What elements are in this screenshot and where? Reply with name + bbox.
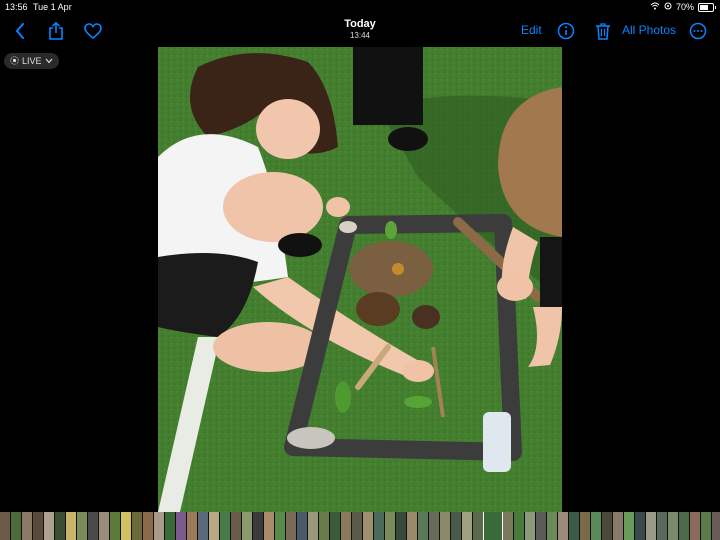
filmstrip-thumbnail[interactable] — [88, 512, 98, 540]
filmstrip-thumbnail[interactable] — [712, 512, 720, 540]
filmstrip-thumbnail[interactable] — [613, 512, 623, 540]
filmstrip-thumbnail[interactable] — [396, 512, 406, 540]
status-right: 70% — [650, 2, 716, 12]
photo-image — [158, 47, 562, 512]
filmstrip-thumbnail[interactable] — [330, 512, 340, 540]
live-photo-button[interactable]: LIVE — [4, 53, 59, 69]
filmstrip-thumbnail[interactable] — [121, 512, 131, 540]
wifi-icon — [650, 2, 660, 12]
title-block: Today 13:44 — [310, 18, 410, 40]
filmstrip-thumbnail[interactable] — [602, 512, 612, 540]
filmstrip-thumbnail[interactable] — [319, 512, 329, 540]
filmstrip-thumbnail[interactable] — [547, 512, 557, 540]
filmstrip-thumbnail[interactable] — [77, 512, 87, 540]
filmstrip-thumbnail[interactable] — [275, 512, 285, 540]
filmstrip-thumbnail[interactable] — [165, 512, 175, 540]
filmstrip-thumbnail[interactable] — [514, 512, 524, 540]
filmstrip-thumbnail[interactable] — [536, 512, 546, 540]
filmstrip-thumbnail[interactable] — [591, 512, 601, 540]
page-subtitle: 13:44 — [349, 31, 371, 40]
filmstrip-thumbnail[interactable] — [286, 512, 296, 540]
back-chevron-icon[interactable] — [9, 20, 31, 42]
thumbnail-filmstrip[interactable] — [0, 512, 720, 540]
filmstrip-thumbnail[interactable] — [187, 512, 197, 540]
filmstrip-thumbnail[interactable] — [198, 512, 208, 540]
filmstrip-thumbnail[interactable] — [635, 512, 645, 540]
filmstrip-thumbnail[interactable] — [154, 512, 164, 540]
filmstrip-thumbnail[interactable] — [110, 512, 120, 540]
filmstrip-thumbnail[interactable] — [646, 512, 656, 540]
filmstrip-thumbnail[interactable] — [701, 512, 711, 540]
edit-button[interactable]: Edit — [521, 23, 542, 37]
more-icon[interactable] — [687, 20, 709, 42]
filmstrip-thumbnail[interactable] — [0, 512, 10, 540]
share-icon[interactable] — [45, 20, 67, 42]
filmstrip-thumbnail[interactable] — [176, 512, 186, 540]
filmstrip-thumbnail[interactable] — [308, 512, 318, 540]
filmstrip-thumbnail[interactable] — [451, 512, 461, 540]
filmstrip-thumbnail[interactable] — [220, 512, 230, 540]
heart-icon[interactable] — [82, 20, 104, 42]
filmstrip-thumbnail[interactable] — [33, 512, 43, 540]
filmstrip-thumbnail[interactable] — [525, 512, 535, 540]
filmstrip-thumbnail[interactable] — [418, 512, 428, 540]
filmstrip-thumbnail[interactable] — [440, 512, 450, 540]
filmstrip-thumbnail[interactable] — [503, 512, 513, 540]
filmstrip-thumbnail[interactable] — [363, 512, 373, 540]
filmstrip-thumbnail[interactable] — [679, 512, 689, 540]
filmstrip-thumbnail[interactable] — [242, 512, 252, 540]
status-bar: 13:56 Tue 1 Apr 70% — [0, 0, 720, 14]
filmstrip-thumbnail[interactable] — [657, 512, 667, 540]
filmstrip-thumbnail[interactable] — [690, 512, 700, 540]
filmstrip-thumbnail[interactable] — [44, 512, 54, 540]
filmstrip-thumbnail[interactable] — [385, 512, 395, 540]
location-icon — [664, 2, 672, 12]
live-label: LIVE — [22, 56, 42, 66]
filmstrip-thumbnail[interactable] — [429, 512, 439, 540]
status-time: 13:56 — [5, 2, 28, 12]
filmstrip-thumbnail[interactable] — [22, 512, 32, 540]
filmstrip-thumbnail[interactable] — [264, 512, 274, 540]
status-date: Tue 1 Apr — [33, 2, 72, 12]
filmstrip-thumbnail[interactable] — [209, 512, 219, 540]
filmstrip-thumbnail[interactable] — [11, 512, 21, 540]
photo-view[interactable] — [158, 47, 562, 512]
filmstrip-thumbnail[interactable] — [580, 512, 590, 540]
filmstrip-thumbnail[interactable] — [341, 512, 351, 540]
info-icon[interactable] — [555, 20, 577, 42]
filmstrip-thumbnail[interactable] — [132, 512, 142, 540]
filmstrip-thumbnail[interactable] — [297, 512, 307, 540]
trash-icon[interactable] — [592, 20, 614, 42]
filmstrip-thumbnail[interactable] — [569, 512, 579, 540]
chevron-down-icon — [45, 56, 53, 66]
filmstrip-thumbnail[interactable] — [668, 512, 678, 540]
filmstrip-thumbnail[interactable] — [374, 512, 384, 540]
live-icon — [10, 55, 19, 67]
filmstrip-thumbnail[interactable] — [253, 512, 263, 540]
filmstrip-thumbnail[interactable] — [558, 512, 568, 540]
filmstrip-thumbnail[interactable] — [231, 512, 241, 540]
page-title: Today — [344, 18, 376, 30]
battery-percent: 70% — [675, 2, 694, 12]
filmstrip-thumbnail[interactable] — [143, 512, 153, 540]
filmstrip-thumbnail[interactable] — [55, 512, 65, 540]
filmstrip-thumbnail[interactable] — [99, 512, 109, 540]
filmstrip-thumbnail[interactable] — [407, 512, 417, 540]
battery-icon — [698, 2, 716, 12]
filmstrip-thumbnail[interactable] — [473, 512, 483, 540]
filmstrip-thumbnail[interactable] — [66, 512, 76, 540]
filmstrip-thumbnail[interactable] — [462, 512, 472, 540]
filmstrip-thumbnail[interactable] — [352, 512, 362, 540]
all-photos-button[interactable]: All Photos — [622, 23, 676, 37]
filmstrip-thumbnail[interactable] — [483, 512, 503, 540]
photo-navbar: Today 13:44 Edit All Photos — [0, 14, 720, 47]
filmstrip-thumbnail[interactable] — [624, 512, 634, 540]
